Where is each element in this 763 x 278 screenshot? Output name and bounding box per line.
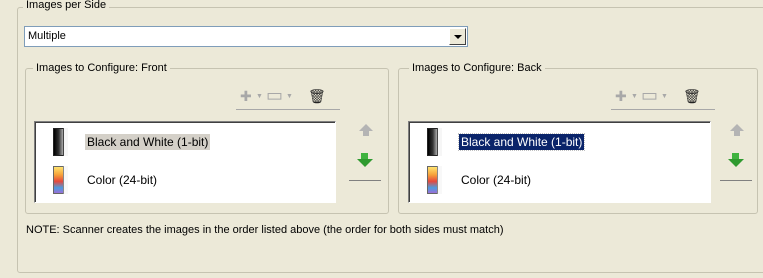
remove-dropdown-icon[interactable]: ▼ [661, 89, 668, 105]
color-page-fold [437, 166, 442, 194]
images-per-side-value: Multiple [28, 30, 66, 42]
back-legend: Images to Configure: Back [409, 62, 545, 75]
trash-icon[interactable]: 🗑 [308, 88, 326, 104]
back-move-up-button[interactable] [721, 124, 753, 144]
list-item[interactable]: Black and White (1-bit) [417, 126, 707, 158]
order-note: NOTE: Scanner creates the images in the … [26, 224, 504, 236]
front-move-up-button[interactable] [350, 124, 382, 144]
back-image-list[interactable]: Black and White (1-bit) Color (24-bit) [408, 121, 711, 203]
list-item[interactable]: Color (24-bit) [417, 164, 707, 196]
list-item-label: Black and White (1-bit) [85, 134, 211, 150]
list-item[interactable]: Black and White (1-bit) [43, 126, 333, 158]
list-item-label: Black and White (1-bit) [457, 133, 586, 151]
front-move-down-button[interactable] [348, 152, 382, 174]
move-up-icon-stem [363, 131, 369, 136]
toolbar-divider [236, 109, 340, 110]
move-divider [720, 180, 752, 181]
back-toolbar: ✚ ▼ ▭ ▼ 🗑 [611, 86, 715, 110]
back-move-down-button[interactable] [719, 152, 753, 174]
remove-icon[interactable]: ▭ [641, 86, 658, 104]
list-item-label: Color (24-bit) [87, 173, 158, 187]
add-icon[interactable]: ✚ [615, 88, 627, 104]
add-dropdown-icon[interactable]: ▼ [256, 89, 263, 105]
move-up-icon-stem [734, 131, 740, 136]
add-icon[interactable]: ✚ [240, 88, 252, 104]
toolbar-divider [611, 109, 715, 110]
move-down-icon [728, 159, 744, 167]
bw-page-fold [63, 128, 68, 156]
move-divider [349, 180, 381, 181]
remove-dropdown-icon[interactable]: ▼ [286, 89, 293, 105]
list-item-label: Color (24-bit) [461, 173, 532, 187]
images-per-side-select[interactable]: Multiple [24, 26, 468, 47]
front-toolbar: ✚ ▼ ▭ ▼ 🗑 [236, 86, 340, 110]
front-image-list[interactable]: Black and White (1-bit) Color (24-bit) [34, 121, 336, 203]
remove-icon[interactable]: ▭ [266, 86, 283, 104]
bw-page-fold [437, 128, 442, 156]
images-per-side-legend: Images per Side [23, 0, 110, 12]
front-legend: Images to Configure: Front [33, 62, 170, 75]
trash-icon[interactable]: 🗑 [683, 88, 701, 104]
dropdown-arrow-icon[interactable] [449, 28, 466, 45]
add-dropdown-icon[interactable]: ▼ [631, 89, 638, 105]
move-up-icon [359, 124, 373, 131]
color-page-fold [63, 166, 68, 194]
move-up-icon [730, 124, 744, 131]
move-down-icon [357, 159, 373, 167]
list-item[interactable]: Color (24-bit) [43, 164, 333, 196]
